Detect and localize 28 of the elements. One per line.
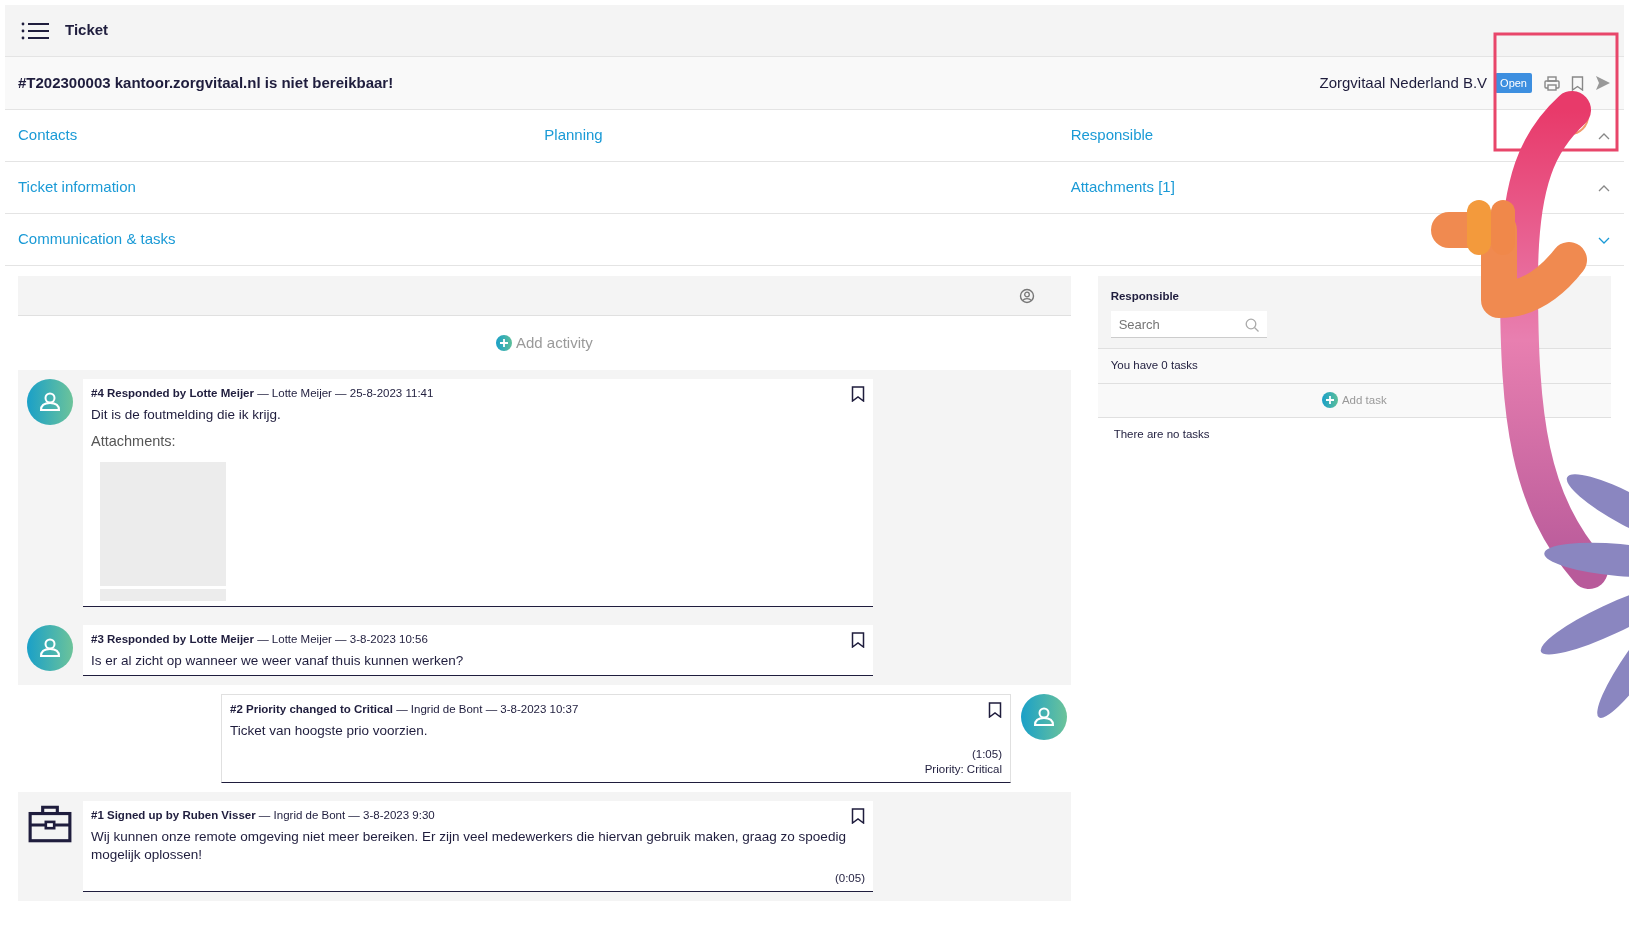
activity-text: Ticket van hoogste prio voorzien.	[230, 721, 429, 740]
attachments-label: Attachments:	[91, 431, 177, 451]
section-link[interactable]: Contacts	[18, 126, 78, 144]
section-link[interactable]: Responsible	[1070, 126, 1154, 144]
duration-text: (1:05)	[971, 748, 1002, 761]
add-activity-button[interactable]: Add activity	[489, 316, 599, 370]
activity-heading: #1 Signed up by Ruben Visser — Ingrid de Bont — 3-8-2023 9:30	[91, 808, 435, 824]
activity-text: Is er al zicht op wanneer we weer vanaf thuis kunnen werken?	[91, 652, 465, 670]
activity-text: Wij kunnen onze remote omgeving niet meer bereiken. Er zijn veel medewerkers die hiervan gebruik maken, graag zo spoedig mogelijk oplossen!	[91, 828, 847, 864]
section-link[interactable]: Ticket information	[18, 178, 136, 196]
activity-heading: #2 Priority changed to Critical — Ingrid de Bont — 3-8-2023 10:37	[230, 701, 579, 717]
empty-tasks-text: There are no tasks	[1113, 427, 1210, 440]
filter-label: Responsible	[1110, 289, 1181, 304]
activity-text: Dit is de foutmelding die ik krijg.	[91, 406, 282, 424]
page-title: Ticket	[65, 20, 109, 41]
duration-text: (0:05)	[834, 872, 865, 885]
priority-text: Priority: Critical	[924, 763, 1002, 776]
section-link[interactable]: Communication & tasks	[18, 230, 176, 248]
add-task-button[interactable]: Add task	[1321, 391, 1387, 409]
company-name: Zorgvitaal Nederland B.V	[1319, 72, 1488, 93]
task-count-text: You have 0 tasks	[1110, 359, 1198, 372]
ticket-title: #T202300003 kantoor.zorgvitaal.nl is niet bereikbaar!	[18, 72, 394, 93]
section-link[interactable]: Attachments [1]	[1070, 178, 1175, 196]
search-field[interactable]: Search	[1110, 311, 1267, 339]
section-link[interactable]: Planning	[544, 126, 603, 144]
activity-heading: #4 Responded by Lotte Meijer — Lotte Meijer — 25-8-2023 11:41	[91, 386, 434, 401]
status-badge: Open	[1495, 72, 1532, 94]
activity-heading: #3 Responded by Lotte Meijer — Lotte Meijer — 3-8-2023 10:56	[91, 632, 428, 648]
